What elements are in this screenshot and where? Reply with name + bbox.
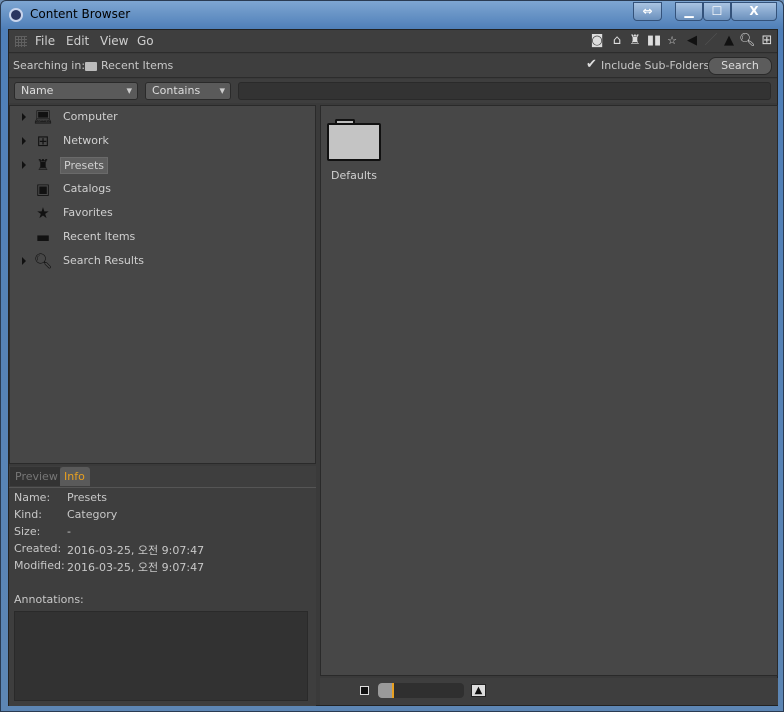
menu-file[interactable]: File <box>35 34 55 48</box>
searching-in-label: Searching in: <box>13 59 86 72</box>
tree-item-label: Recent Items <box>63 230 136 243</box>
folder-icon <box>327 123 381 161</box>
tree-item-label: Computer <box>63 110 118 123</box>
info-value: 2016-03-25, 오전 9:07:47 <box>67 544 205 557</box>
annotations-textarea[interactable] <box>14 611 308 701</box>
tree-item-label: Search Results <box>63 254 145 267</box>
menu-go[interactable]: Go <box>137 34 154 48</box>
tree-item[interactable]: ⊞ Network <box>22 130 302 152</box>
tree-item-label: Catalogs <box>63 182 111 195</box>
expand-arrow-icon[interactable] <box>22 137 26 145</box>
large-thumbnail-icon[interactable]: ▲ <box>471 684 486 697</box>
favorites-icon[interactable]: ☆ <box>664 33 680 49</box>
sphere-icon[interactable]: ◙ <box>589 33 605 49</box>
expand-arrow-icon[interactable] <box>22 161 26 169</box>
resize-button[interactable]: ⇔ <box>633 2 662 21</box>
window-title: Content Browser <box>30 7 131 21</box>
tree-item[interactable]: 💻︎ Computer <box>22 106 302 128</box>
tree-pane: 💻︎ Computer ⊞ Network ♜ Presets ▣ Catalogs ★ Favo… <box>9 105 316 464</box>
field-dropdown[interactable]: Name <box>14 82 138 100</box>
zoom-bar: ▲ <box>320 678 778 705</box>
home-icon[interactable]: ⌂ <box>609 33 625 49</box>
menu-bar: File Edit View Go ◙ ⌂ ♜ ▮▮ ☆ ◀ ／ ▲ 🔍︎ ⊞ <box>9 30 777 53</box>
tree-item[interactable]: ▣ Catalogs <box>22 178 302 200</box>
computer-icon: 💻︎ <box>33 108 53 126</box>
network-icon: ⊞ <box>36 132 50 150</box>
zoom-slider-fill <box>378 683 392 698</box>
operator-dropdown[interactable]: Contains <box>145 82 231 100</box>
folder-icon <box>85 62 97 71</box>
tree-item-label: Network <box>63 134 109 147</box>
info-row: Kind: Category <box>14 508 117 521</box>
catalog-icon: ▣ <box>35 180 51 198</box>
tree-item-label: Favorites <box>63 206 113 219</box>
info-key: Kind: <box>14 508 42 521</box>
info-row: Modified: 2016-03-25, 오전 9:07:47 <box>14 559 204 574</box>
star-icon: ★ <box>36 204 50 222</box>
info-value: Presets <box>67 491 108 504</box>
zoom-slider-thumb[interactable] <box>391 683 394 698</box>
tree-item[interactable]: ▬ Recent Items <box>22 226 302 248</box>
app-icon <box>9 8 23 22</box>
info-row: Size: - <box>14 525 71 538</box>
info-key: Modified: <box>14 559 65 572</box>
maximize-button[interactable]: ☐ <box>703 2 731 21</box>
close-button[interactable]: X <box>731 2 777 21</box>
include-subfolders-label: Include Sub-Folders <box>601 59 710 72</box>
info-row: Created: 2016-03-25, 오전 9:07:47 <box>14 542 204 557</box>
filter-bar: Name Contains <box>9 79 777 103</box>
info-row: Name: Presets <box>14 491 107 504</box>
presets-icon: ♜ <box>36 156 50 174</box>
catalog-icon[interactable]: ▮▮ <box>646 33 662 49</box>
back-icon[interactable]: ◀ <box>684 33 700 49</box>
window: Content Browser ⇔ ▁ ☐ X File Edit View G… <box>0 0 784 712</box>
tree-item[interactable]: ★ Favorites <box>22 202 302 224</box>
info-value: 2016-03-25, 오전 9:07:47 <box>67 561 205 574</box>
info-panel: Preview Info Name: Presets Kind: Category Si… <box>9 466 316 706</box>
tree-item[interactable]: 🔍︎ Search Results <box>22 250 302 272</box>
content-item-defaults[interactable] <box>327 119 381 161</box>
new-icon[interactable]: ⊞ <box>759 33 775 49</box>
small-thumbnail-icon[interactable] <box>360 686 369 695</box>
search-results-icon: 🔍︎ <box>33 252 53 270</box>
content-pane: Defaults <box>320 105 778 676</box>
info-value: Category <box>67 508 118 521</box>
expand-arrow-icon[interactable] <box>22 257 26 265</box>
expand-arrow-icon[interactable] <box>22 113 26 121</box>
search-icon[interactable]: 🔍︎ <box>739 33 756 49</box>
include-subfolders-checkbox[interactable]: ✔ <box>586 57 597 72</box>
tab-info[interactable]: Info <box>60 467 90 486</box>
up-icon[interactable]: ▲ <box>721 33 737 49</box>
info-value: - <box>67 525 71 538</box>
presets-icon[interactable]: ♜ <box>627 33 643 49</box>
minimize-button[interactable]: ▁ <box>675 2 703 21</box>
menu-edit[interactable]: Edit <box>66 34 89 48</box>
tab-preview[interactable]: Preview <box>10 467 60 486</box>
info-key: Name: <box>14 491 51 504</box>
forward-icon[interactable]: ／ <box>703 33 719 49</box>
folder-icon: ▬ <box>35 228 51 246</box>
info-key: Size: <box>14 525 41 538</box>
zoom-slider[interactable] <box>378 683 464 698</box>
content-browser: File Edit View Go ◙ ⌂ ♜ ▮▮ ☆ ◀ ／ ▲ 🔍︎ ⊞ … <box>8 29 778 706</box>
tree-item[interactable]: ♜ Presets <box>22 154 302 176</box>
search-button[interactable]: Search <box>708 57 772 75</box>
info-key: Created: <box>14 542 62 555</box>
search-bar: Searching in: Recent Items ✔ Include Sub… <box>9 54 777 78</box>
content-item-label: Defaults <box>331 169 377 182</box>
grip-icon[interactable] <box>15 36 27 47</box>
filter-input[interactable] <box>238 82 771 100</box>
menu-view[interactable]: View <box>100 34 128 48</box>
search-location: Recent Items <box>101 59 174 72</box>
tree-item-label: Presets <box>60 157 109 174</box>
annotations-label: Annotations: <box>14 593 84 606</box>
